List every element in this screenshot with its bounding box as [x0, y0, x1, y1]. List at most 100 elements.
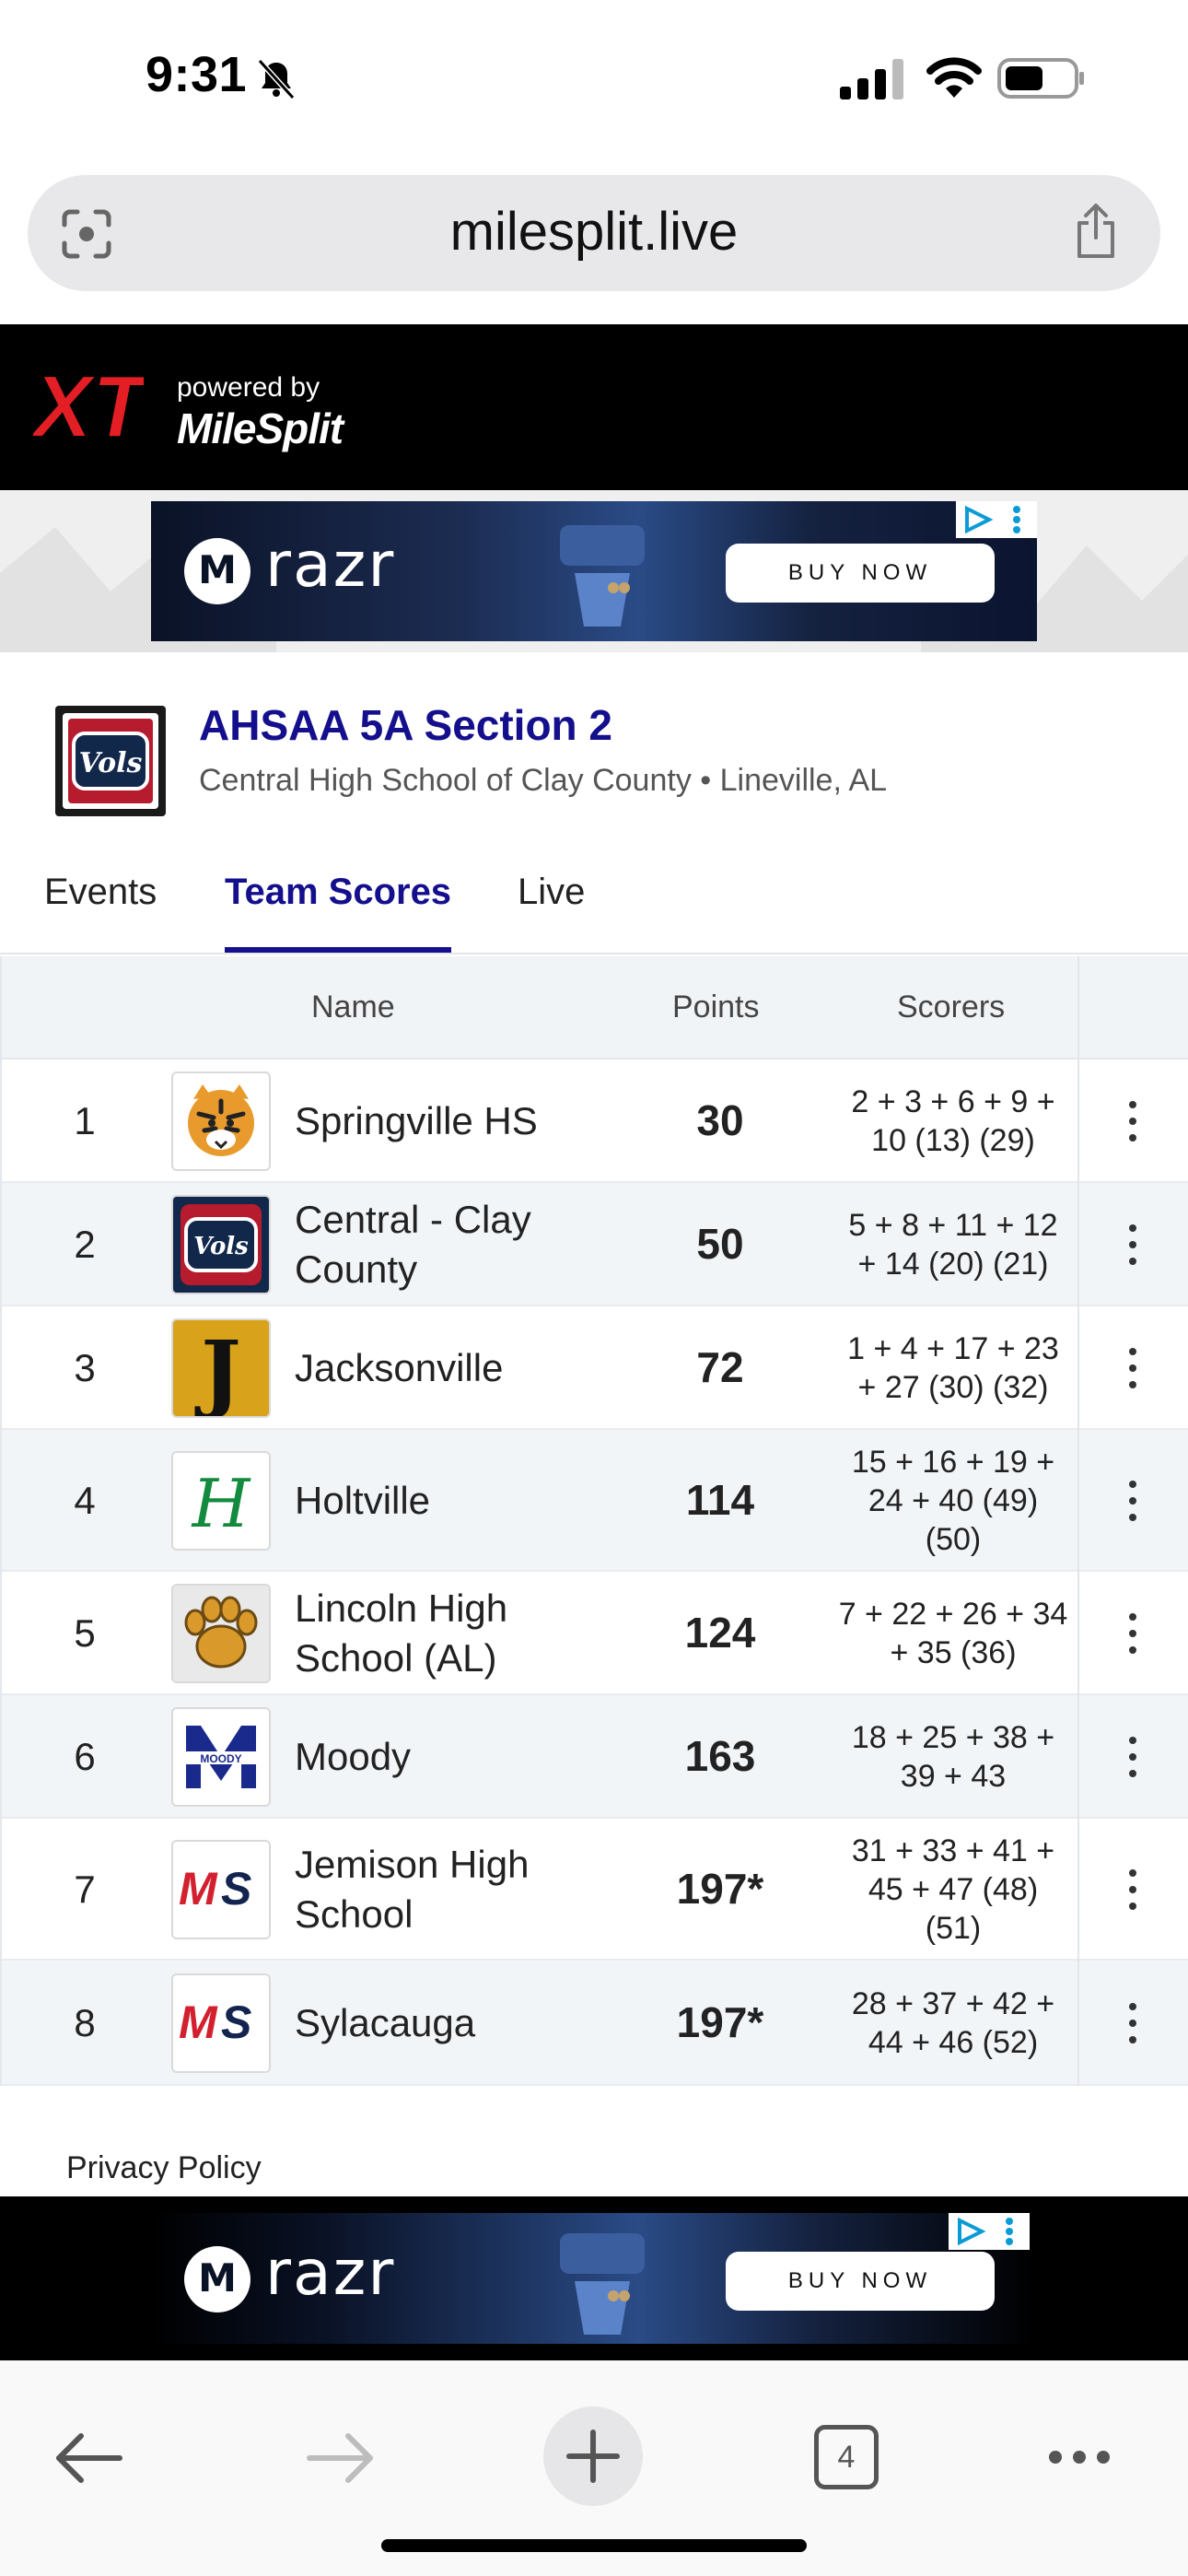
row-more-options-icon[interactable] [1118, 1341, 1146, 1396]
milesplit-logo[interactable]: MileSplit [177, 404, 344, 453]
status-time: 9:31 [146, 47, 248, 102]
tab-live[interactable]: Live [518, 872, 585, 913]
motorola-logo: M [184, 2246, 250, 2313]
team-name-link[interactable]: Jacksonville [295, 1343, 645, 1393]
meet-host-logo: Vols [55, 706, 166, 816]
team-logo: MOODY [171, 1707, 271, 1807]
team-rank: 8 [74, 2001, 96, 2044]
site-header: XT powered by MileSplit [0, 324, 1188, 490]
svg-text:J: J [194, 1322, 241, 1416]
more-menu-icon[interactable] [1046, 2443, 1112, 2471]
team-points: 197* [676, 1865, 764, 1913]
razr-ad-banner-bottom[interactable]: M razr BUY NOW [151, 2213, 1037, 2344]
buy-now-button[interactable]: BUY NOW [726, 544, 995, 603]
team-name-link[interactable]: Springville HS [295, 1096, 645, 1146]
privacy-policy-link[interactable]: Privacy Policy [66, 2150, 262, 2186]
bottom-ad-band: M razr BUY NOW [0, 2196, 1188, 2360]
buy-now-button[interactable]: BUY NOW [726, 2252, 995, 2311]
team-logo: H [171, 1451, 271, 1551]
forward-arrow-icon[interactable] [304, 2430, 378, 2486]
team-logo [171, 1071, 271, 1171]
share-icon[interactable] [1072, 203, 1120, 260]
team-points: 50 [696, 1220, 744, 1268]
table-row[interactable]: 7 M S Jemison High School 197* 31 + 33 + 41 +4… [2, 1819, 1188, 1961]
battery-icon [997, 58, 1084, 99]
url-text[interactable]: milesplit.live [28, 201, 1160, 263]
table-row[interactable]: 5 Lincoln High School (AL) 124 7 + 22 + 26 +… [2, 1572, 1188, 1695]
xt-logo[interactable]: XT [33, 352, 144, 463]
team-name-link[interactable]: Moody [295, 1732, 645, 1782]
ad-choices-icon[interactable] [949, 2213, 1030, 2250]
team-scores-table: Name Points Scorers 1 Springville HS 30 2 +… [0, 956, 1188, 2086]
team-scorers: 5 + 8 + 11 + 12 + 14 (20) (21) [848, 1208, 1058, 1282]
address-bar[interactable]: milesplit.live [28, 175, 1160, 291]
svg-text:XT: XT [33, 357, 144, 456]
team-scorers: 15 + 16 + 19 +24 + 40 (49) (50) [851, 1445, 1055, 1557]
tab-count: 4 [837, 2440, 856, 2475]
team-rank: 2 [74, 1223, 96, 1266]
table-row[interactable]: 2 Vols Central - Clay County 50 5 + 8 + 11 + … [2, 1183, 1188, 1306]
tab-switcher-button[interactable]: 4 [814, 2425, 879, 2489]
row-more-options-icon[interactable] [1118, 1217, 1146, 1272]
row-more-options-icon[interactable] [1118, 1862, 1146, 1917]
team-scorers: 18 + 25 + 38 +39 + 43 [851, 1720, 1055, 1794]
team-rank: 7 [74, 1868, 96, 1911]
header-name[interactable]: Name [311, 989, 395, 1025]
row-more-options-icon[interactable] [1118, 1094, 1146, 1149]
table-row[interactable]: 3 J Jacksonville 72 1 + 4 + 17 + 23 + 27 (30)… [2, 1306, 1188, 1430]
row-more-options-icon[interactable] [1118, 1473, 1146, 1528]
table-header: Name Points Scorers [2, 956, 1188, 1060]
meet-logo-text: Vols [79, 747, 143, 779]
back-arrow-icon[interactable] [52, 2430, 125, 2486]
svg-text:Vols: Vols [193, 1233, 249, 1260]
team-rank: 4 [74, 1479, 96, 1522]
team-scorers: 28 + 37 + 42 +44 + 46 (52) [851, 1986, 1055, 2060]
team-logo: MS [171, 1840, 271, 1939]
svg-text:M: M [179, 1863, 218, 1914]
team-scorers: 1 + 4 + 17 + 23 + 27 (30) (32) [847, 1331, 1059, 1405]
table-row[interactable]: 6 MOODY Moody 163 18 + 25 + 38 +39 + 43 [2, 1695, 1188, 1819]
flip-phone-image [560, 525, 645, 626]
team-name-link[interactable]: Central - Clay County [295, 1195, 645, 1294]
team-rank: 1 [74, 1099, 96, 1142]
plus-icon [566, 2430, 620, 2483]
team-scorers: 2 + 3 + 6 + 9 +10 (13) (29) [851, 1084, 1055, 1158]
tab-events[interactable]: Events [44, 872, 157, 913]
wifi-icon [926, 57, 982, 98]
cellular-signal-icon [840, 59, 903, 100]
home-indicator [381, 2539, 807, 2552]
row-more-options-icon[interactable] [1118, 1996, 1146, 2051]
svg-text:H: H [191, 1465, 251, 1542]
razr-ad-banner[interactable]: M razr BUY NOW [151, 501, 1037, 641]
row-more-options-icon[interactable] [1118, 1606, 1146, 1661]
table-row[interactable]: 1 Springville HS 30 2 + 3 + 6 + 9 +10 (13) … [2, 1060, 1188, 1183]
header-points[interactable]: Points [672, 989, 760, 1025]
table-row[interactable]: 4 H Holtville 114 15 + 16 + 19 +24 + 40 (49)… [2, 1430, 1188, 1572]
silent-bell-icon [257, 58, 296, 100]
powered-by-text: powered by [177, 372, 320, 403]
team-scorers: 31 + 33 + 41 +45 + 47 (48) (51) [851, 1833, 1055, 1946]
tab-team-scores[interactable]: Team Scores [225, 872, 451, 913]
team-name-link[interactable]: Sylacauga [295, 1998, 645, 2048]
team-logo: J [171, 1318, 271, 1418]
team-rank: 5 [74, 1611, 96, 1655]
svg-text:S: S [221, 1863, 251, 1914]
status-bar: 9:31 [0, 0, 1188, 166]
team-name-link[interactable]: Lincoln High School (AL) [295, 1584, 645, 1683]
svg-text:MOODY: MOODY [200, 1752, 241, 1765]
team-name-link[interactable]: Jemison High School [295, 1840, 645, 1939]
svg-text:M: M [179, 1996, 218, 2048]
new-tab-button[interactable] [543, 2406, 643, 2506]
ad-choices-icon[interactable] [956, 501, 1037, 538]
table-row[interactable]: 8 M S Sylacauga 197* 28 + 37 + 42 +44 + 46 (5… [2, 1961, 1188, 2086]
meet-title[interactable]: AHSAA 5A Section 2 [199, 700, 612, 750]
team-name-link[interactable]: Holtville [295, 1476, 645, 1526]
team-points: 114 [685, 1476, 755, 1524]
actions-column-divider [1077, 956, 1079, 2086]
team-points: 72 [696, 1343, 744, 1391]
row-more-options-icon[interactable] [1118, 1729, 1146, 1785]
motorola-logo: M [184, 538, 250, 604]
team-points: 124 [684, 1609, 756, 1657]
team-points: 197* [676, 1998, 764, 2046]
team-scorers: 7 + 22 + 26 + 34 + 35 (36) [838, 1597, 1068, 1670]
